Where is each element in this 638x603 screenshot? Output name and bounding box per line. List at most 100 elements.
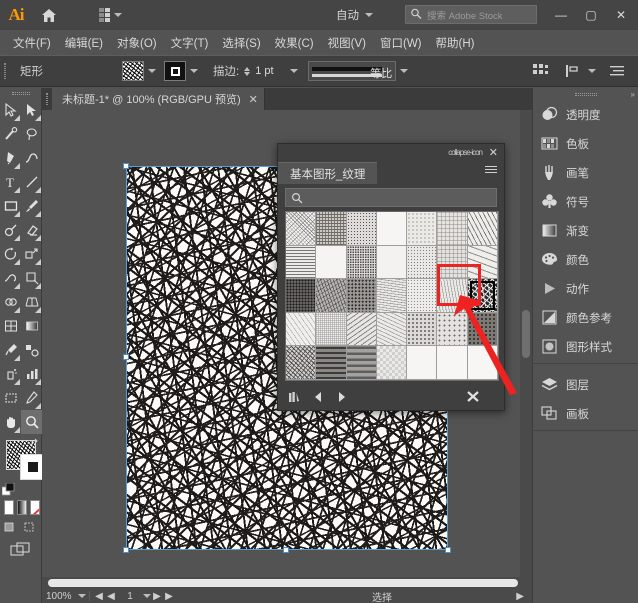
swatch-item[interactable] [316,279,346,313]
draw-behind-button[interactable] [22,520,37,534]
slice-tool[interactable] [21,386,42,410]
swatch-item[interactable] [347,346,377,380]
scale-tool[interactable] [21,242,42,266]
panel-layers[interactable]: 图层 [533,370,638,399]
horizontal-scroll-thumb[interactable] [48,579,518,587]
stroke-profile-selector[interactable]: 等比 [308,61,396,81]
line-segment-tool[interactable] [21,170,42,194]
panel-brushes[interactable]: 画笔 [533,158,638,187]
panel-tab-texture[interactable]: 基本图形_纹理 [278,162,377,184]
panel-color-guide[interactable]: 颜色参考 [533,303,638,332]
menu-file[interactable]: 文件(F) [6,32,58,54]
none-mode-button[interactable] [30,500,40,515]
panel-gradient[interactable]: 渐变 [533,216,638,245]
stroke-weight-value[interactable]: 1 pt [252,62,286,80]
swatch-item[interactable] [347,279,377,313]
swatch-selected[interactable] [468,279,498,313]
perspective-grid-tool[interactable] [21,290,42,314]
type-tool[interactable]: T [0,170,21,194]
document-tab[interactable]: 未标题-1* @ 100% (RGB/GPU 预览) ✕ [52,88,265,110]
swatch-item[interactable] [468,246,498,280]
swatch-item[interactable] [437,346,467,380]
delete-swatch-icon[interactable] [466,390,480,406]
width-tool[interactable] [0,266,21,290]
prev-page-icon[interactable]: ◀ [105,591,117,602]
minimize-button[interactable]: — [546,0,576,30]
close-icon[interactable]: ✕ [249,93,258,106]
collapse-icon[interactable]: collapse-icon [448,148,482,157]
direct-selection-tool[interactable] [21,98,42,122]
panel-actions[interactable]: 动作 [533,274,638,303]
swatch-item[interactable] [316,246,346,280]
zoom-tool[interactable] [21,410,42,434]
stroke-dropdown-icon[interactable] [186,61,202,81]
menu-edit[interactable]: 编辑(E) [58,32,110,54]
gradient-tool[interactable] [21,314,42,338]
swatch-item[interactable] [407,212,437,246]
swatch-item[interactable] [377,346,407,380]
stroke-color-swatch[interactable] [164,61,186,81]
eraser-tool[interactable] [21,218,42,242]
page-number-field[interactable]: 1 [117,591,143,602]
panel-color[interactable]: 颜色 [533,245,638,274]
change-screen-mode-button[interactable] [10,542,32,558]
swatch-item[interactable] [407,313,437,347]
swatch-item[interactable] [468,346,498,380]
swatch-item[interactable] [286,246,316,280]
stroke-weight-dropdown-icon[interactable] [286,61,302,81]
shaper-tool[interactable] [0,218,21,242]
hand-tool[interactable] [0,410,21,434]
fill-dropdown-icon[interactable] [144,61,160,81]
swatch-item[interactable] [347,212,377,246]
swatch-item[interactable] [468,313,498,347]
swatch-item[interactable] [437,212,467,246]
maximize-button[interactable]: ▢ [576,0,606,30]
rotate-tool[interactable] [0,242,21,266]
menu-effect[interactable]: 效果(C) [268,32,321,54]
swatch-item[interactable] [407,246,437,280]
artboard-tool[interactable] [0,386,21,410]
play-arrow-icon[interactable]: ▶ [516,591,524,602]
control-bar-grip[interactable] [0,55,10,87]
load-next-icon[interactable] [335,391,348,406]
swatch-item[interactable] [286,212,316,246]
selection-tool[interactable] [0,98,21,122]
stock-search-box[interactable]: 搜索 Adobe Stock [405,5,537,24]
swatch-libraries-icon[interactable] [288,390,302,406]
panel-symbols[interactable]: 符号 [533,187,638,216]
paintbrush-tool[interactable] [21,194,42,218]
swatch-item[interactable] [286,313,316,347]
rectangle-tool[interactable] [0,194,21,218]
menu-window[interactable]: 窗口(W) [373,32,429,54]
swatch-item[interactable] [316,346,346,380]
menu-type[interactable]: 文字(T) [164,32,216,54]
swatch-item[interactable] [468,212,498,246]
last-page-icon[interactable]: ▶ [163,591,175,602]
zoom-level-field[interactable]: 100% [42,591,78,602]
curvature-tool[interactable] [21,146,42,170]
pen-tool[interactable] [0,146,21,170]
panel-transparency[interactable]: 透明度 [533,100,638,129]
panel-menu-icon[interactable] [485,166,497,173]
swatch-item[interactable] [437,279,467,313]
swap-fill-stroke-icon[interactable] [30,438,41,449]
free-transform-tool[interactable] [21,266,42,290]
swatch-item[interactable] [377,313,407,347]
vertical-scroll-thumb[interactable] [522,310,530,358]
load-previous-icon[interactable] [312,391,325,406]
swatch-item[interactable] [377,212,407,246]
tab-bar-grip[interactable] [42,88,52,110]
profile-dropdown-icon[interactable] [396,61,412,81]
blend-tool[interactable] [21,338,42,362]
tools-panel-grip[interactable] [0,88,41,98]
swatch-item[interactable] [286,346,316,380]
magic-wand-tool[interactable] [0,122,21,146]
home-icon[interactable] [32,0,66,30]
menu-object[interactable]: 对象(O) [110,32,164,54]
gradient-mode-button[interactable] [17,500,27,515]
menu-help[interactable]: 帮助(H) [429,32,482,54]
vertical-scrollbar[interactable] [520,110,532,577]
menu-select[interactable]: 选择(S) [215,32,267,54]
fill-pattern-swatch[interactable] [122,61,144,81]
close-icon[interactable]: ✕ [489,146,498,159]
